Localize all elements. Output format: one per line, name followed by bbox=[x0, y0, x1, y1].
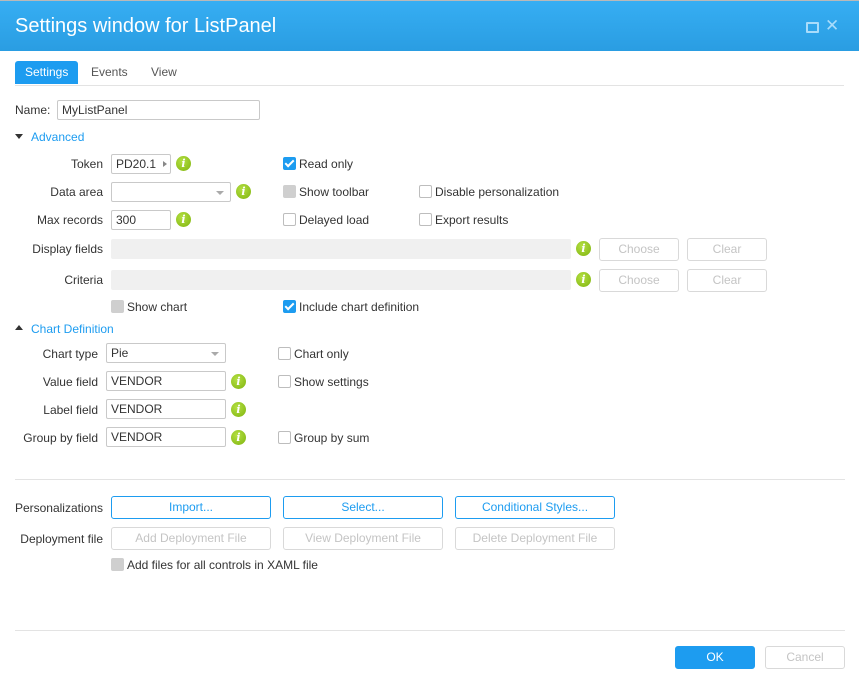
token-label: Token bbox=[70, 157, 103, 171]
display-fields-choose-button[interactable]: Choose bbox=[599, 238, 679, 261]
criteria-choose-button[interactable]: Choose bbox=[599, 269, 679, 292]
value-field-label: Value field bbox=[42, 375, 98, 389]
info-icon[interactable]: i bbox=[231, 402, 246, 417]
info-icon[interactable]: i bbox=[231, 374, 246, 389]
disable-personalization-checkbox[interactable] bbox=[419, 185, 432, 198]
name-input[interactable]: MyListPanel bbox=[57, 100, 260, 120]
show-settings-checkbox[interactable] bbox=[278, 375, 291, 388]
value-field-input[interactable]: VENDOR bbox=[106, 371, 226, 391]
add-deployment-file-button[interactable]: Add Deployment File bbox=[111, 527, 271, 550]
chart-type-value: Pie bbox=[111, 346, 129, 360]
add-all-controls-checkbox[interactable] bbox=[111, 558, 124, 571]
info-icon[interactable]: i bbox=[576, 272, 591, 287]
add-all-controls-label: Add files for all controls in XAML file bbox=[127, 558, 318, 572]
info-icon[interactable]: i bbox=[231, 430, 246, 445]
chart-definition-section-toggle[interactable]: Chart Definition bbox=[31, 322, 114, 336]
name-label: Name: bbox=[15, 103, 51, 117]
chart-only-label: Chart only bbox=[294, 347, 349, 361]
export-results-label: Export results bbox=[435, 213, 509, 227]
maximize-icon[interactable] bbox=[806, 22, 819, 33]
display-fields-clear-button[interactable]: Clear bbox=[687, 238, 767, 261]
cancel-button[interactable]: Cancel bbox=[765, 646, 845, 669]
show-chart-label: Show chart bbox=[127, 300, 188, 314]
token-value: PD20.1 bbox=[116, 157, 157, 171]
import-button[interactable]: Import... bbox=[111, 496, 271, 519]
criteria-label: Criteria bbox=[64, 273, 103, 287]
info-icon[interactable]: i bbox=[236, 184, 251, 199]
max-records-label: Max records bbox=[36, 213, 103, 227]
label-field-input[interactable]: VENDOR bbox=[106, 399, 226, 419]
chevron-down-icon bbox=[216, 191, 224, 195]
collapse-chart-definition-icon[interactable] bbox=[15, 325, 23, 330]
collapse-advanced-icon[interactable] bbox=[15, 134, 23, 139]
advanced-section-toggle[interactable]: Advanced bbox=[31, 130, 84, 144]
delayed-load-checkbox[interactable] bbox=[283, 213, 296, 226]
max-records-input[interactable]: 300 bbox=[111, 210, 171, 230]
tab-bar: Settings Events View bbox=[15, 61, 844, 86]
chart-type-label: Chart type bbox=[42, 347, 98, 361]
personalizations-label: Personalizations bbox=[14, 501, 103, 515]
export-results-checkbox[interactable] bbox=[419, 213, 432, 226]
info-icon[interactable]: i bbox=[176, 212, 191, 227]
display-fields-label: Display fields bbox=[32, 242, 103, 256]
include-chart-definition-label: Include chart definition bbox=[299, 300, 420, 314]
criteria-input[interactable] bbox=[111, 270, 571, 290]
read-only-label: Read only bbox=[299, 157, 354, 171]
delayed-load-label: Delayed load bbox=[299, 213, 370, 227]
tab-view[interactable]: View bbox=[141, 61, 187, 84]
show-chart-checkbox[interactable] bbox=[111, 300, 124, 313]
disable-personalization-label: Disable personalization bbox=[435, 185, 560, 199]
footer-divider bbox=[15, 630, 845, 631]
data-area-select[interactable] bbox=[111, 182, 231, 202]
deployment-file-label: Deployment file bbox=[20, 532, 103, 546]
criteria-clear-button[interactable]: Clear bbox=[687, 269, 767, 292]
display-fields-input[interactable] bbox=[111, 239, 571, 259]
tab-events[interactable]: Events bbox=[81, 61, 138, 84]
info-icon[interactable]: i bbox=[576, 241, 591, 256]
chart-only-checkbox[interactable] bbox=[278, 347, 291, 360]
read-only-checkbox[interactable] bbox=[283, 157, 296, 170]
include-chart-definition-checkbox[interactable] bbox=[283, 300, 296, 313]
group-by-sum-checkbox[interactable] bbox=[278, 431, 291, 444]
show-toolbar-checkbox[interactable] bbox=[283, 185, 296, 198]
title-bar: Settings window for ListPanel ✕ bbox=[0, 0, 859, 51]
window-title: Settings window for ListPanel bbox=[15, 15, 277, 37]
data-area-label: Data area bbox=[50, 185, 103, 199]
delete-deployment-file-button[interactable]: Delete Deployment File bbox=[455, 527, 615, 550]
label-field-label: Label field bbox=[43, 403, 98, 417]
group-by-field-label: Group by field bbox=[23, 431, 98, 445]
ok-button[interactable]: OK bbox=[675, 646, 755, 669]
view-deployment-file-button[interactable]: View Deployment File bbox=[283, 527, 443, 550]
expand-arrow-icon[interactable] bbox=[163, 161, 167, 167]
group-by-sum-label: Group by sum bbox=[294, 431, 370, 445]
group-by-field-input[interactable]: VENDOR bbox=[106, 427, 226, 447]
close-icon[interactable]: ✕ bbox=[825, 16, 839, 36]
token-input[interactable]: PD20.1 bbox=[111, 154, 171, 174]
conditional-styles-button[interactable]: Conditional Styles... bbox=[455, 496, 615, 519]
select-button[interactable]: Select... bbox=[283, 496, 443, 519]
show-settings-label: Show settings bbox=[294, 375, 369, 389]
chart-type-select[interactable]: Pie bbox=[106, 343, 226, 363]
info-icon[interactable]: i bbox=[176, 156, 191, 171]
divider bbox=[15, 479, 845, 480]
tab-settings[interactable]: Settings bbox=[15, 61, 79, 84]
chevron-down-icon bbox=[211, 352, 219, 356]
show-toolbar-label: Show toolbar bbox=[299, 185, 370, 199]
